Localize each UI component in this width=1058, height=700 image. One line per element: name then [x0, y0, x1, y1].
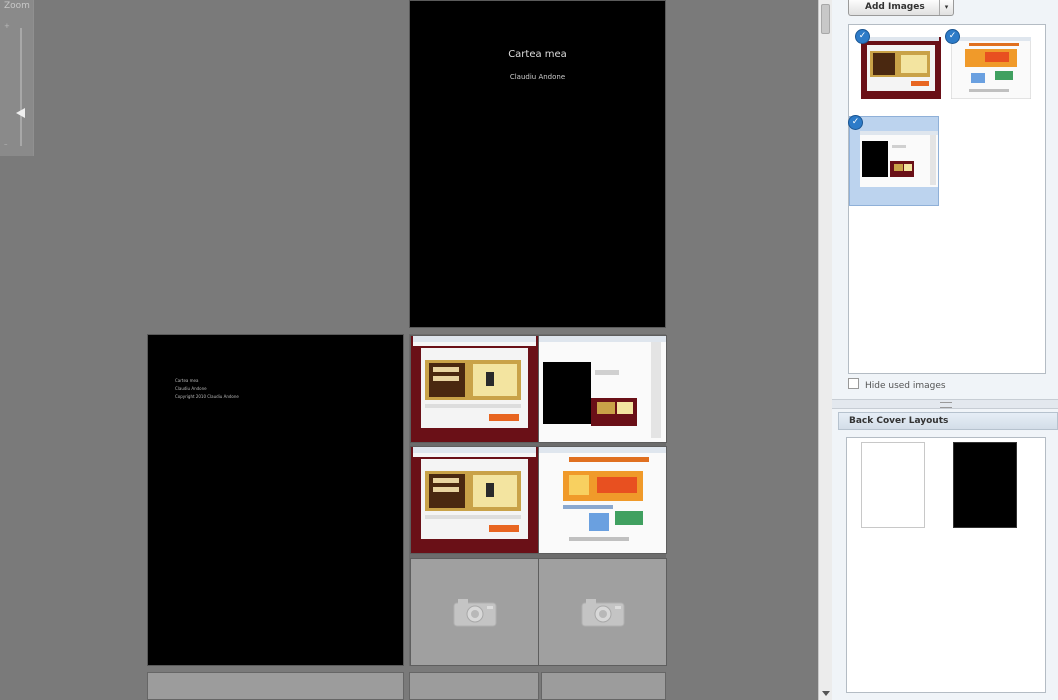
screenshot-thumbnail	[539, 336, 666, 442]
photo-slot[interactable]	[410, 446, 539, 554]
image-thumbnail	[861, 37, 941, 99]
used-check-icon: ✓	[945, 29, 960, 44]
next-page-slot[interactable]	[409, 672, 539, 700]
camera-icon	[581, 599, 624, 627]
library-image[interactable]: ✓	[855, 29, 947, 121]
zoom-slider-thumb[interactable]	[16, 108, 25, 118]
photo-slot[interactable]	[538, 446, 667, 554]
page-text-line: Claudiu Andone	[175, 386, 207, 391]
image-library[interactable]: ✓ ✓ ✓	[848, 24, 1046, 374]
hide-used-label: Hide used images	[865, 381, 946, 391]
screenshot-thumbnail	[411, 447, 538, 553]
photo-grid-page[interactable]	[409, 334, 667, 666]
used-check-icon: ✓	[848, 115, 863, 130]
side-panel: Add Images ▾ ✓ ✓ ✓ Hide used images Back…	[832, 0, 1058, 700]
layout-option-white[interactable]	[861, 442, 925, 528]
zoom-control[interactable]: Zoom + –	[0, 0, 34, 156]
library-image-selected[interactable]: ✓	[848, 115, 939, 206]
camera-icon	[453, 599, 496, 627]
zoom-slider-track[interactable]	[20, 28, 22, 146]
panel-splitter[interactable]	[832, 399, 1058, 409]
zoom-out-icon[interactable]: –	[4, 140, 8, 148]
zoom-in-icon[interactable]: +	[4, 22, 10, 30]
page-text-line: Copyright 2010 Claudiu Andone	[175, 394, 239, 399]
canvas-scrollbar[interactable]	[818, 0, 832, 700]
library-image[interactable]: ✓	[945, 29, 1037, 121]
add-images-button[interactable]: Add Images ▾	[848, 0, 954, 16]
empty-photo-slot[interactable]	[410, 558, 539, 666]
add-images-label: Add Images	[865, 2, 925, 12]
layout-option-black[interactable]	[953, 442, 1017, 528]
photo-slot[interactable]	[538, 335, 667, 443]
hide-used-checkbox[interactable]	[848, 378, 859, 389]
used-check-icon: ✓	[855, 29, 870, 44]
front-cover-page[interactable]: Cartea mea Claudiu Andone	[409, 0, 666, 328]
screenshot-thumbnail	[539, 447, 666, 553]
screenshot-thumbnail	[411, 336, 538, 442]
image-thumbnail	[860, 131, 938, 187]
chevron-down-icon[interactable]: ▾	[939, 0, 953, 15]
inside-cover-page[interactable]: Cartea mea Claudiu Andone Copyright 2010…	[147, 334, 404, 666]
cover-author[interactable]: Claudiu Andone	[410, 73, 665, 81]
photo-slot[interactable]	[410, 335, 539, 443]
page-text-line: Cartea mea	[175, 378, 199, 383]
next-page-slot[interactable]	[541, 672, 666, 700]
book-canvas[interactable]: Zoom + – Cartea mea Claudiu Andone Carte…	[0, 0, 818, 700]
grip-icon	[940, 402, 952, 408]
next-page-left[interactable]	[147, 672, 404, 700]
back-cover-layouts-list[interactable]	[846, 437, 1046, 693]
scrollbar-thumb[interactable]	[821, 4, 830, 34]
image-thumbnail	[951, 37, 1031, 99]
empty-photo-slot[interactable]	[538, 558, 667, 666]
hide-used-images-toggle[interactable]: Hide used images	[848, 378, 946, 391]
zoom-label: Zoom	[4, 1, 30, 11]
scroll-down-icon[interactable]	[822, 691, 830, 696]
cover-title[interactable]: Cartea mea	[410, 49, 665, 60]
back-cover-layouts-header[interactable]: Back Cover Layouts	[838, 412, 1058, 430]
